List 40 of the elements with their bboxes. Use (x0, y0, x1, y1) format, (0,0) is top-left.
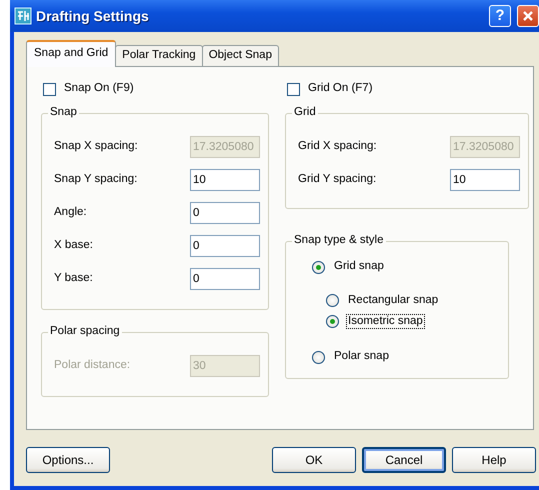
input-field[interactable]: 10 (190, 168, 260, 190)
checkbox[interactable] (287, 82, 300, 96)
window-title: Drafting Settings (36, 8, 149, 24)
radio-label: Polar snap (333, 349, 390, 364)
checkbox[interactable] (43, 82, 56, 96)
group-title: Polar spacing (48, 325, 122, 339)
radio-label: Isometric snap (346, 314, 425, 330)
tab[interactable]: Object Snap (202, 45, 279, 66)
group-title: Snap (48, 106, 79, 120)
radio-button[interactable] (326, 294, 339, 307)
input-field[interactable]: 0 (190, 234, 260, 256)
radio-label: Grid snap (333, 259, 385, 274)
field-label: Grid Y spacing: (298, 172, 376, 186)
radio-button[interactable] (312, 260, 325, 274)
field-label: Snap Y spacing: (54, 172, 138, 186)
input-field[interactable]: 10 (450, 168, 520, 190)
close-icon (521, 8, 535, 23)
group-title: Snap type & style (292, 234, 386, 248)
help-button[interactable]: ? (489, 5, 511, 27)
radio-label: Rectangular snap (347, 292, 440, 308)
dialog-button[interactable]: Options... (26, 447, 110, 473)
tab[interactable]: Polar Tracking (115, 45, 203, 66)
checkbox-label: Snap On (F9) (64, 82, 134, 96)
radio-button[interactable] (326, 315, 339, 328)
radio-button[interactable] (312, 350, 325, 364)
dialog-button[interactable]: OK (272, 447, 356, 473)
input-field[interactable]: 0 (190, 202, 260, 224)
field-label: Snap X spacing: (54, 140, 138, 154)
field-label: Grid X spacing: (298, 140, 377, 154)
field-label: Y base: (54, 272, 93, 286)
close-button[interactable] (517, 5, 539, 27)
dialog-button[interactable]: Help (452, 447, 536, 473)
dialog-button[interactable]: Cancel (362, 447, 446, 473)
checkbox-label: Grid On (F7) (308, 82, 373, 96)
input-field[interactable]: 0 (190, 268, 260, 290)
field-label: X base: (54, 238, 93, 252)
field-label: Polar distance: (54, 358, 130, 372)
app-icon (14, 7, 32, 25)
field-label: Angle: (54, 206, 87, 220)
tab[interactable]: Snap and Grid (26, 40, 116, 67)
